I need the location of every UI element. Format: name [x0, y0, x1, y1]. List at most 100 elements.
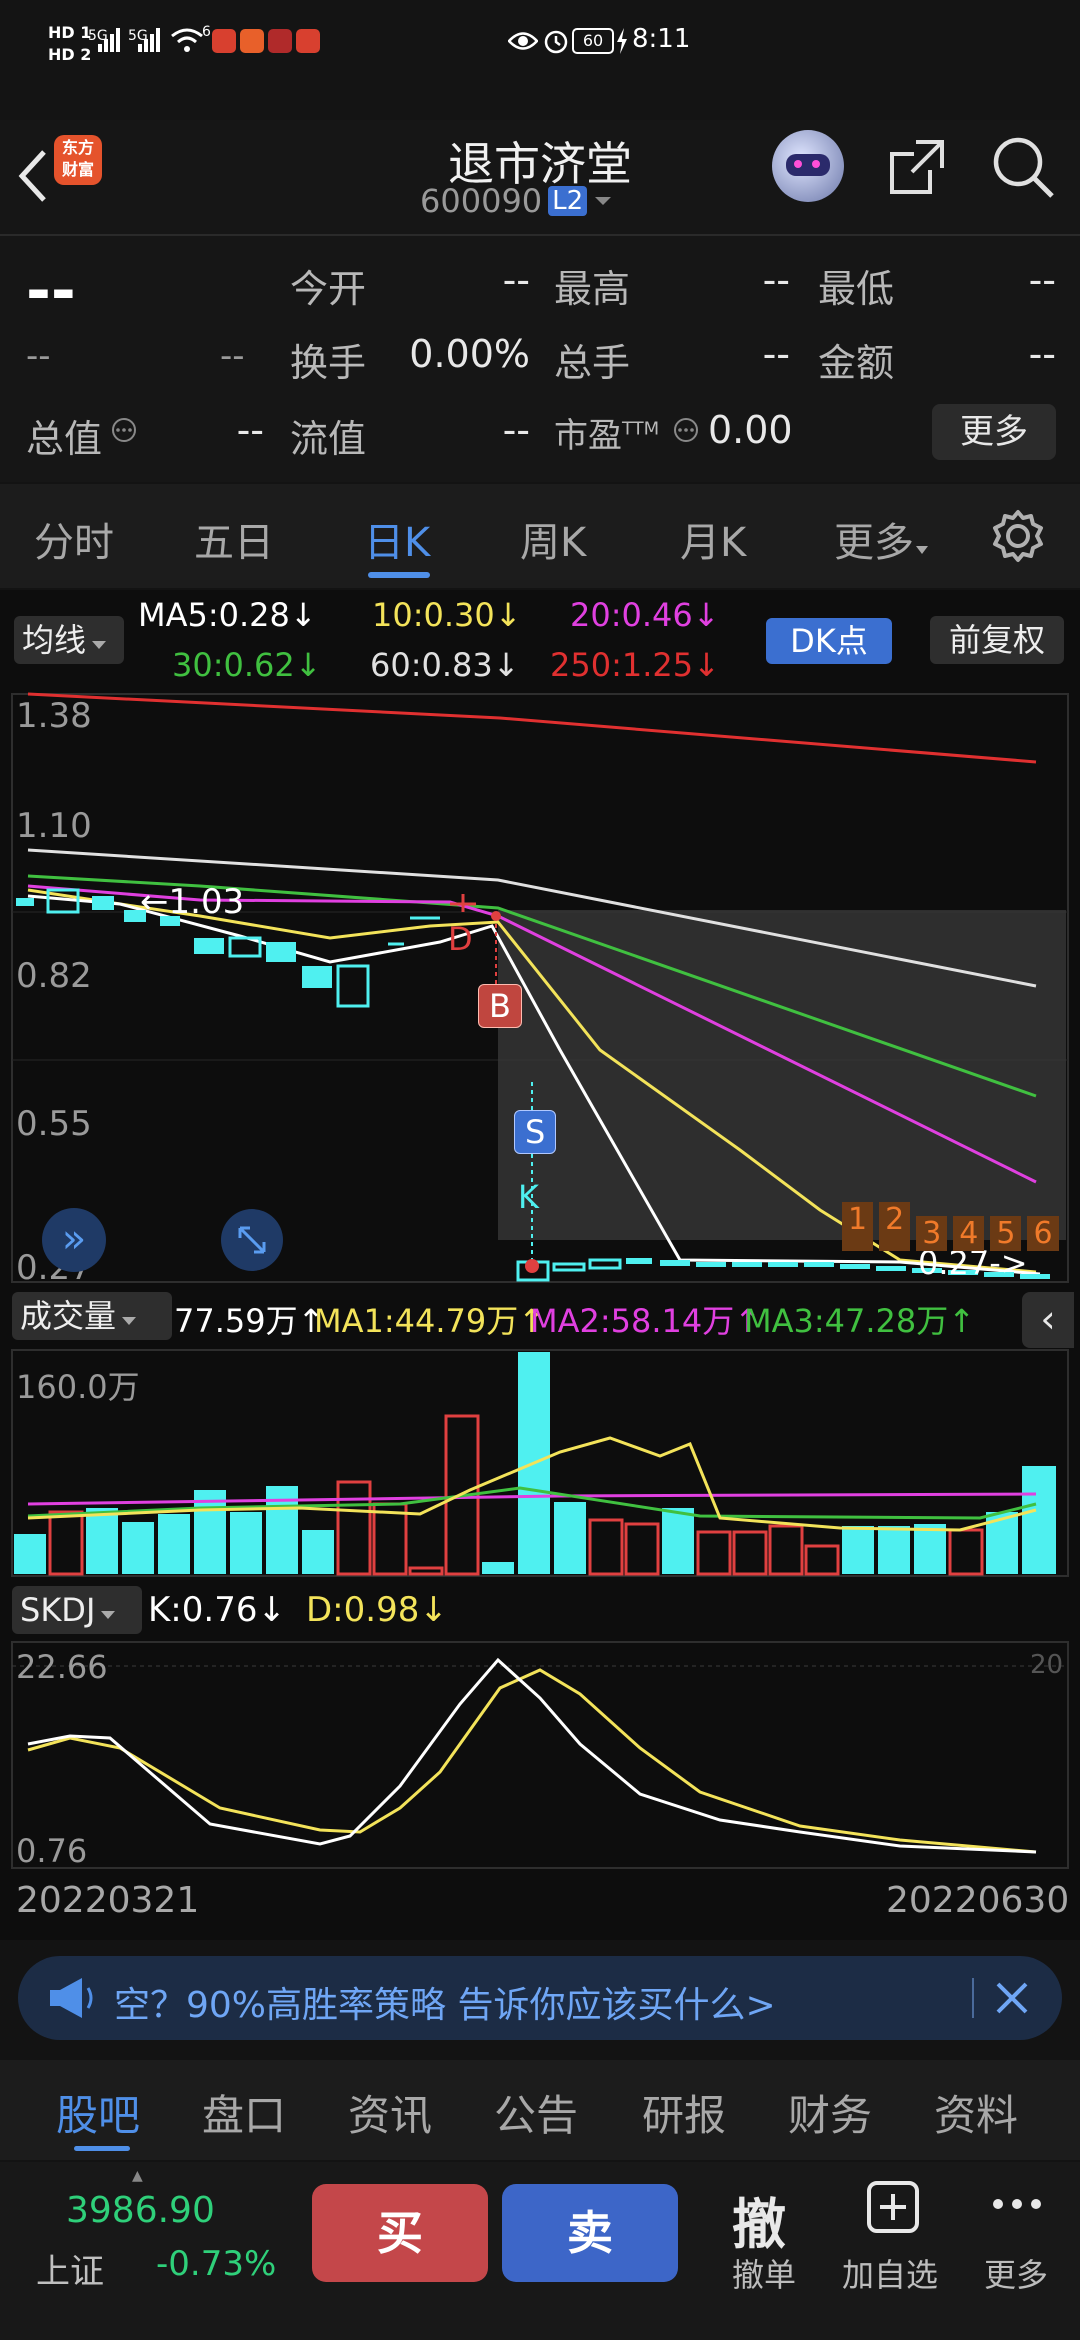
- ma-selector[interactable]: 均线: [14, 616, 124, 664]
- skdj-y-top: 22.66: [16, 1648, 108, 1686]
- assistant-avatar[interactable]: [772, 130, 844, 202]
- tab-orderbook[interactable]: 盘口: [202, 2082, 286, 2143]
- price-change: --: [26, 336, 51, 376]
- amount-label: 金额: [818, 341, 895, 385]
- top-navigation: 东方 财富 退市济堂 600090 L2: [0, 120, 1080, 235]
- y-label: 1.38: [16, 696, 92, 736]
- signal-d: D: [448, 920, 473, 958]
- float-cap-value: --: [502, 408, 530, 452]
- skdj-k-line: [27, 1657, 1037, 1854]
- amount-value: --: [1028, 332, 1056, 376]
- index-name[interactable]: 上证: [36, 2244, 104, 2293]
- index-value[interactable]: 3986.90: [66, 2190, 215, 2231]
- tab-weekly-k[interactable]: 周K: [520, 510, 586, 568]
- ma250-value: 250:1.25↓: [550, 646, 720, 684]
- tab-monthly-k[interactable]: 月K: [680, 510, 746, 568]
- stock-code-selector[interactable]: 600090 L2: [420, 182, 613, 220]
- tab-news[interactable]: 资讯: [348, 2082, 432, 2143]
- tab-more[interactable]: 更多: [834, 510, 930, 568]
- info-circle-icon[interactable]: [672, 416, 700, 444]
- skdj-d-value: D:0.98↓: [306, 1590, 448, 1630]
- tab-forum[interactable]: 股吧: [56, 2082, 140, 2143]
- settings-gear-icon[interactable]: [990, 508, 1046, 564]
- ad-banner[interactable]: 空？90%高胜率策略 告诉你应该买什么>: [18, 1956, 1062, 2040]
- dk-point-button[interactable]: DK点: [766, 618, 892, 664]
- search-icon[interactable]: [990, 134, 1056, 200]
- active-tab-indicator: [368, 572, 430, 578]
- cancel-order-icon[interactable]: 撤: [732, 2180, 786, 2259]
- signal-b-badge[interactable]: B: [478, 984, 522, 1028]
- skdj-y-bottom: 0.76: [16, 1832, 88, 1870]
- stock-code: 600090: [420, 182, 543, 220]
- tab-five-day[interactable]: 五日: [194, 510, 274, 568]
- share-icon[interactable]: [886, 136, 948, 198]
- tab-announcements[interactable]: 公告: [494, 2082, 578, 2143]
- y-label: 1.10: [16, 806, 92, 846]
- tab-research[interactable]: 研报: [642, 2082, 726, 2143]
- fullscreen-icon[interactable]: [220, 1208, 284, 1272]
- signal-icon: [98, 28, 120, 52]
- signal-s-badge[interactable]: S: [514, 1110, 557, 1154]
- pe-value: 0.00: [708, 408, 793, 452]
- ma250-line: [27, 692, 1037, 764]
- info-circle-icon[interactable]: [110, 416, 138, 444]
- date-end: 20220630: [886, 1880, 1070, 1921]
- skdj-chart[interactable]: [0, 1640, 1080, 1870]
- back-icon[interactable]: [16, 146, 48, 206]
- more-quote-button[interactable]: 更多: [932, 404, 1056, 460]
- vol-y-label: 160.0万: [16, 1368, 140, 1406]
- turnover-value: 0.00%: [409, 332, 530, 376]
- collapse-panel-button[interactable]: ‹: [1022, 1292, 1074, 1348]
- date-start: 20220321: [16, 1880, 200, 1921]
- ad-text: 空？90%高胜率策略 告诉你应该买什么>: [114, 1985, 776, 2026]
- wifi-6-label: 6: [202, 24, 211, 40]
- volume-chart[interactable]: [0, 1348, 1080, 1578]
- more-label[interactable]: 更多: [984, 2250, 1048, 2296]
- pe-ttm-label: TTM: [622, 418, 660, 440]
- add-watchlist-label[interactable]: 加自选: [842, 2250, 938, 2296]
- volume-value: --: [762, 332, 790, 376]
- chevron-down-icon: [122, 1317, 137, 1325]
- eye-icon: [508, 32, 538, 50]
- more-dots-icon[interactable]: [990, 2194, 1044, 2214]
- expand-up-icon[interactable]: ▲: [132, 2168, 143, 2184]
- chevron-down-icon: [916, 546, 928, 554]
- skdj-selector[interactable]: SKDJ: [12, 1586, 142, 1634]
- add-watchlist-icon[interactable]: [866, 2180, 920, 2234]
- megaphone-icon: [50, 1978, 93, 2018]
- vol-ma2: MA2:58.14万↑: [530, 1302, 762, 1340]
- sim-indicator: HD 1 HD 2: [48, 23, 92, 64]
- market-cap-value: --: [236, 408, 264, 452]
- skdj-d-line: [27, 1668, 1037, 1854]
- cancel-order-label[interactable]: 撤单: [732, 2250, 796, 2296]
- high-label: 最高: [554, 267, 631, 311]
- high-marker: ←1.03: [140, 882, 245, 922]
- index-change[interactable]: -0.73%: [156, 2244, 276, 2284]
- expand-left-icon[interactable]: »: [42, 1208, 106, 1272]
- kline-chart[interactable]: [0, 690, 1080, 1290]
- volume-selector[interactable]: 成交量: [12, 1292, 172, 1340]
- tab-finance[interactable]: 财务: [788, 2082, 872, 2143]
- divider: [972, 1978, 974, 2018]
- app-notification-icon: [212, 29, 236, 53]
- sequence-numbers: 1 2 3 4 5 6: [842, 1202, 1059, 1251]
- tab-daily-k[interactable]: 日K: [364, 510, 430, 568]
- vol-ma3: MA3:47.28万↑: [744, 1302, 976, 1340]
- adjust-price-button[interactable]: 前复权: [930, 616, 1064, 664]
- market-cap-label: 总值: [26, 417, 103, 461]
- sell-button[interactable]: 卖: [502, 2184, 678, 2282]
- ma30-value: 30:0.62↓: [172, 646, 322, 684]
- signal-icon: [138, 28, 160, 52]
- wifi-icon: [171, 28, 203, 52]
- tab-intraday[interactable]: 分时: [34, 510, 114, 568]
- app-logo: 东方 财富: [54, 135, 102, 185]
- chevron-down-icon: [595, 197, 612, 205]
- ma5-value: MA5:0.28↓: [138, 596, 317, 634]
- buy-button[interactable]: 买: [312, 2184, 488, 2282]
- close-icon[interactable]: [992, 1978, 1032, 2018]
- app-notification-icon: [268, 29, 292, 53]
- open-value: --: [502, 258, 530, 302]
- tab-profile[interactable]: 资料: [934, 2082, 1018, 2143]
- high-value: --: [762, 258, 790, 302]
- skdj-ref-20: 20: [1030, 1650, 1064, 1680]
